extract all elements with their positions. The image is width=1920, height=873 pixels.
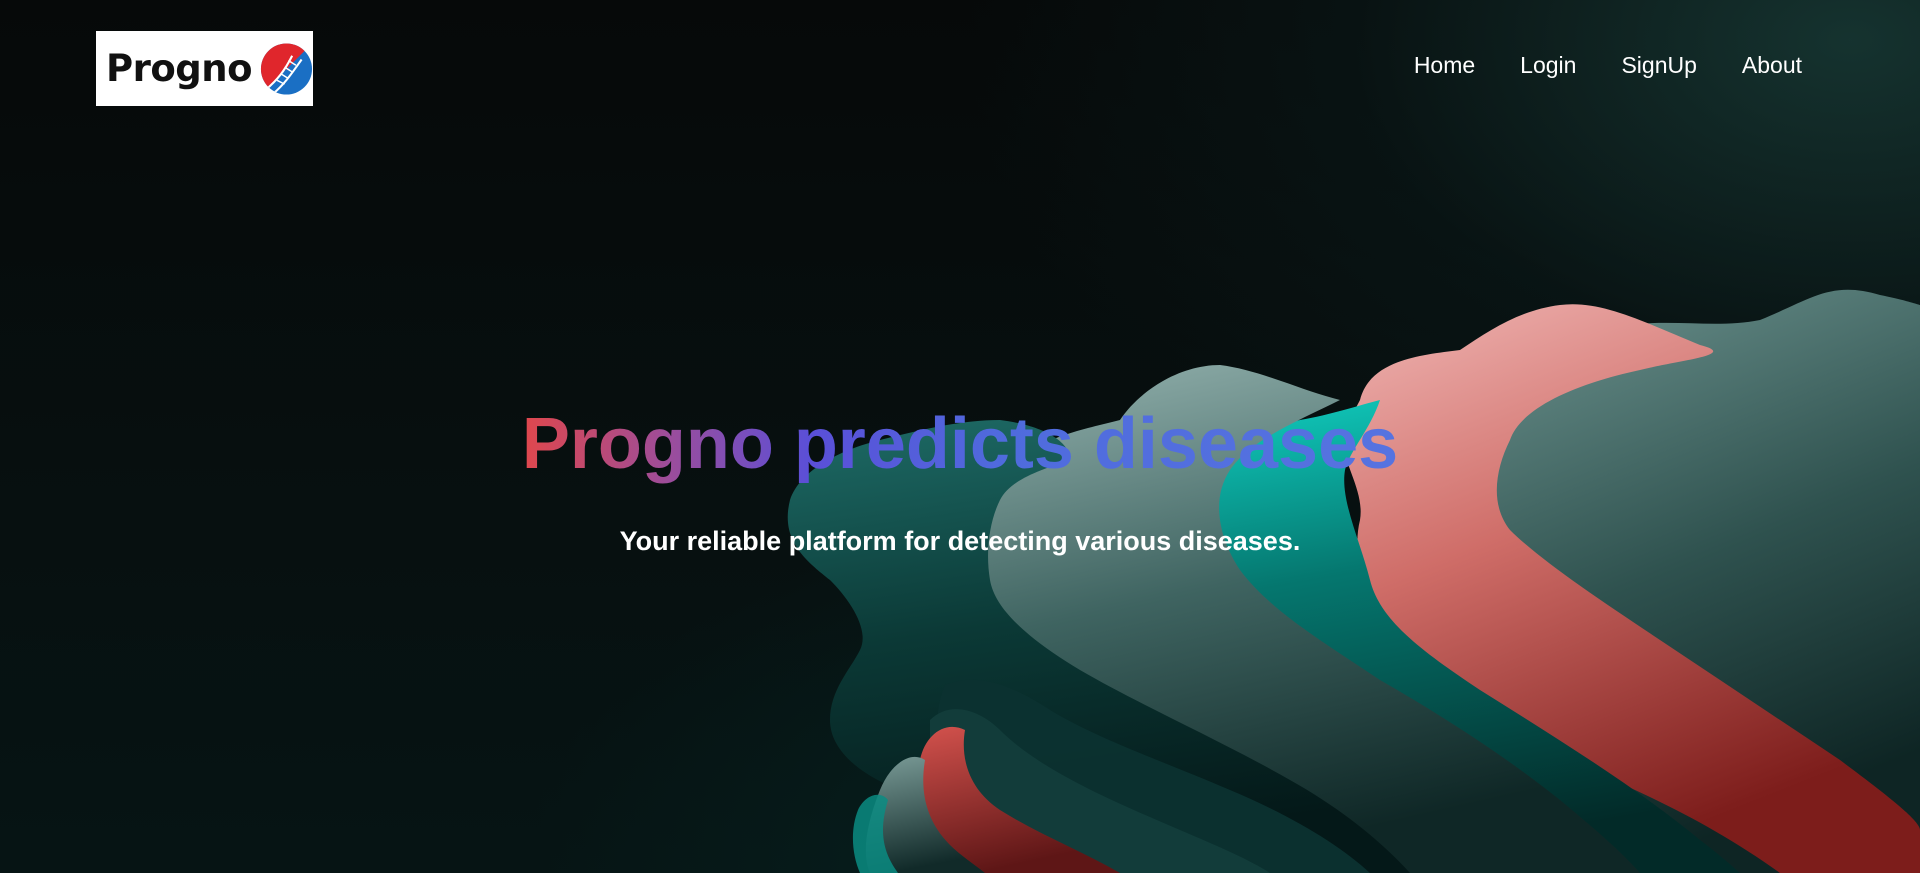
nav-home-link[interactable]: Home [1414,52,1475,79]
hero-headline: Progno predicts diseases [0,404,1920,484]
hero-tagline: Your reliable platform for detecting var… [619,526,1301,556]
logo[interactable]: Progno [96,31,313,106]
nav-about-link[interactable]: About [1742,52,1802,79]
hero-section: Progno Home Login SignUp About Progno pr… [0,0,1920,873]
hero-headline-text: Progno predicts diseases [521,404,1399,484]
dna-globe-icon [260,42,313,95]
nav-login-link[interactable]: Login [1520,52,1576,79]
nav-signup-link[interactable]: SignUp [1621,52,1696,79]
top-nav: Home Login SignUp About [1414,52,1802,79]
logo-text: Progno [106,47,253,90]
